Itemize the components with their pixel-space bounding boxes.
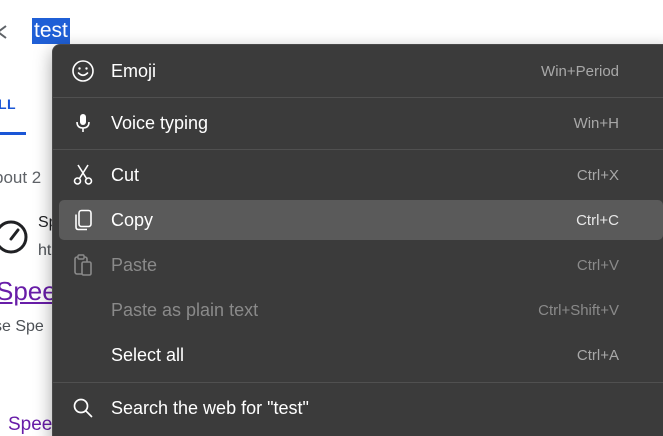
result-count: bout 2: [0, 168, 42, 187]
menu-item-shortcut: Ctrl+V: [576, 257, 619, 274]
menu-item-select-all[interactable]: Select all Ctrl+A: [59, 335, 663, 375]
menu-divider: [53, 97, 663, 98]
menu-item-label: Select all: [111, 345, 185, 365]
result-sublink[interactable]: Spee: [8, 414, 52, 436]
back-arrow-icon[interactable]: [0, 24, 10, 40]
menu-item-cut[interactable]: Cut Ctrl+X: [59, 155, 663, 195]
menu-item-shortcut: Win+H: [573, 115, 619, 132]
menu-item-shortcut: Ctrl+A: [576, 347, 619, 364]
menu-item-label: Cut: [111, 165, 140, 185]
scissors-icon: [73, 164, 93, 185]
menu-item-label: Search the web for "test": [111, 398, 309, 418]
browser-page: test LL bout 2 Sp ht Spee se Spe Spee Em…: [0, 0, 663, 436]
menu-item-label: Paste: [111, 255, 158, 275]
speedometer-icon: [0, 220, 28, 254]
result-snippet: se Spe: [0, 318, 44, 335]
copy-icon: [75, 209, 92, 231]
tab-active-indicator: [0, 132, 26, 135]
menu-item-shortcut: Ctrl+C: [576, 212, 619, 229]
menu-item-paste[interactable]: Paste Ctrl+V: [59, 245, 663, 285]
tab-all[interactable]: LL: [0, 96, 16, 112]
menu-item-emoji[interactable]: Emoji Win+Period: [59, 51, 663, 91]
menu-item-label: Voice typing: [111, 113, 209, 133]
result-title-link[interactable]: Spee: [0, 276, 57, 307]
search-input-selected-text[interactable]: test: [32, 18, 70, 44]
menu-item-shortcut: Ctrl+X: [576, 167, 619, 184]
menu-item-search-web[interactable]: Search the web for "test": [59, 388, 663, 428]
menu-divider: [53, 382, 663, 383]
smiley-icon: [72, 60, 94, 82]
menu-divider: [53, 149, 663, 150]
menu-item-label: Paste as plain text: [111, 300, 259, 320]
result-site-url: ht: [38, 242, 52, 259]
context-menu: Emoji Win+Period Voice typing Win+H Cut …: [52, 44, 663, 436]
menu-item-copy[interactable]: Copy Ctrl+C: [59, 200, 663, 240]
menu-item-shortcut: Win+Period: [541, 63, 619, 80]
menu-item-label: Emoji: [111, 61, 157, 81]
menu-item-shortcut: Ctrl+Shift+V: [538, 302, 619, 319]
microphone-icon: [76, 114, 90, 132]
search-icon: [73, 398, 93, 418]
menu-item-paste-plain-text[interactable]: Paste as plain text Ctrl+Shift+V: [59, 290, 663, 330]
clipboard-icon: [74, 254, 92, 276]
menu-item-voice-typing[interactable]: Voice typing Win+H: [59, 103, 663, 143]
menu-item-label: Copy: [111, 210, 154, 230]
